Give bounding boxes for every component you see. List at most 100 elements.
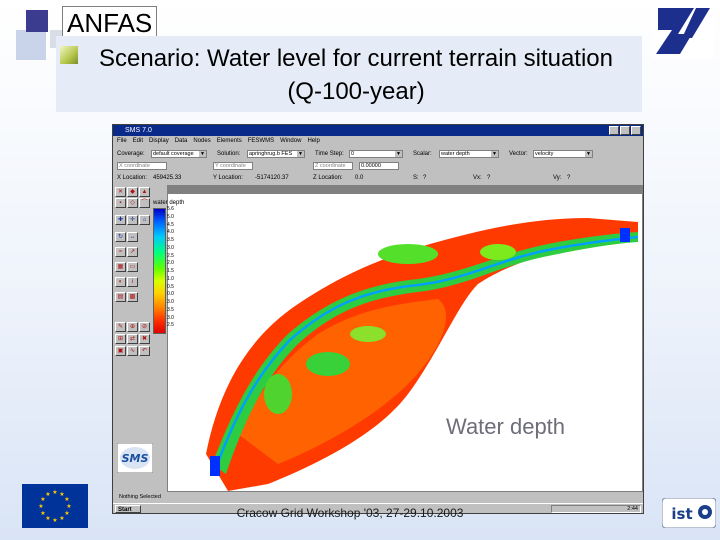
edit-tool-icon[interactable]: ✎ bbox=[115, 322, 126, 332]
menu-elements[interactable]: Elements bbox=[217, 136, 242, 147]
refine-tool-icon[interactable]: ⊞ bbox=[115, 334, 126, 344]
timestep-select[interactable]: 0 bbox=[349, 150, 403, 158]
vector-label: Vector: bbox=[509, 151, 528, 157]
menu-display[interactable]: Display bbox=[149, 136, 169, 147]
mesh-tool-icon[interactable]: ▦ bbox=[115, 262, 126, 272]
info-tool-icon[interactable]: i bbox=[127, 277, 138, 287]
brand-logo-icon bbox=[652, 4, 714, 58]
z-value-field[interactable]: 0.00000 bbox=[359, 162, 399, 170]
legend-label: 2.0 bbox=[167, 260, 174, 267]
coverage-select[interactable]: default coverage bbox=[151, 150, 207, 158]
legend-labels: 5.6 5.0 4.5 4.0 3.5 3.0 2.5 2.0 1.5 1.0 … bbox=[167, 206, 187, 330]
delete-tool-icon[interactable]: ✖ bbox=[139, 334, 150, 344]
legend-label: 1.5 bbox=[167, 268, 174, 274]
split-tool-icon[interactable]: ⊘ bbox=[139, 322, 150, 332]
menu-help[interactable]: Help bbox=[307, 136, 319, 147]
svg-text:SMS: SMS bbox=[122, 452, 149, 465]
contour-tool-icon[interactable]: ≈ bbox=[115, 247, 126, 257]
select-node-tool-icon[interactable]: ✕ bbox=[115, 187, 126, 197]
y-coordinate-field[interactable]: Y coordinate bbox=[213, 162, 253, 170]
water-depth-legend: water depth 5.6 5.0 4.5 4.0 3.5 3.0 2.5 … bbox=[151, 200, 187, 340]
smooth-tool-icon[interactable]: ∿ bbox=[127, 346, 138, 356]
sms-application-window[interactable]: SMS 7.0 File Edit Display Data Nodes Ele… bbox=[112, 124, 644, 514]
layer-tool-icon[interactable]: ▤ bbox=[115, 292, 126, 302]
status-bar: Nothing Selected bbox=[119, 494, 161, 500]
merge-tool-icon[interactable]: ⊕ bbox=[127, 322, 138, 332]
menu-nodes[interactable]: Nodes bbox=[193, 136, 210, 147]
menu-window[interactable]: Window bbox=[280, 136, 301, 147]
vy-value: ? bbox=[567, 175, 571, 181]
legend-label: 1.0 bbox=[167, 275, 174, 282]
toolbox-palette: ✕ ◆ ▲ ▪ ◇ ⌒ ✚ ✛ ⌂ ↻ ↔ ≈ ↗ ▦ ▭ ◐ i ▤ ▩ ✎ … bbox=[115, 187, 155, 357]
select-element-tool-icon[interactable]: ◆ bbox=[127, 187, 138, 197]
y-location-label: Y Location: bbox=[213, 175, 243, 181]
z-location-value: 0.0 bbox=[355, 175, 364, 181]
svg-text:★: ★ bbox=[59, 515, 64, 522]
create-node-tool-icon[interactable]: ▪ bbox=[115, 198, 126, 208]
water-depth-map[interactable] bbox=[168, 194, 642, 491]
menu-file[interactable]: File bbox=[117, 136, 127, 147]
vy-label: Vy: bbox=[553, 175, 562, 181]
menu-feswms[interactable]: FESWMS bbox=[248, 136, 274, 147]
grid-tool-icon[interactable]: ▩ bbox=[127, 292, 138, 302]
vector-tool-icon[interactable]: ↗ bbox=[127, 247, 138, 257]
decor-square bbox=[16, 30, 46, 60]
system-tray: 2:44 bbox=[551, 505, 641, 513]
edit-row-1: Coverage: default coverage Solution: apr… bbox=[113, 148, 643, 160]
undo-tool-icon[interactable]: ↶ bbox=[139, 346, 150, 356]
legend-label: 3.0 bbox=[167, 299, 174, 305]
svg-text:★: ★ bbox=[52, 489, 57, 496]
minimize-button[interactable] bbox=[609, 126, 619, 135]
z-coordinate-field[interactable]: Z coordinate bbox=[313, 162, 353, 170]
menu-bar: File Edit Display Data Nodes Elements FE… bbox=[113, 136, 643, 147]
legend-label: 4.5 bbox=[167, 221, 174, 228]
rotate-tool-icon[interactable]: ↻ bbox=[115, 232, 126, 242]
graphics-window[interactable] bbox=[167, 185, 643, 492]
svg-text:★: ★ bbox=[52, 517, 57, 524]
legend-label: 5.0 bbox=[167, 213, 174, 220]
eu-flag-icon: ★ ★★ ★★★ ★★★ ★★★ bbox=[22, 484, 88, 528]
swap-tool-icon[interactable]: ⇄ bbox=[127, 334, 138, 344]
pan-tool-icon[interactable]: ✛ bbox=[127, 215, 138, 225]
svg-text:ist: ist bbox=[671, 505, 692, 523]
graphics-window-titlebar[interactable] bbox=[168, 186, 642, 194]
menu-edit[interactable]: Edit bbox=[133, 136, 143, 147]
zoom-tool-icon[interactable]: ✚ bbox=[115, 215, 126, 225]
legend-label: 3.5 bbox=[167, 306, 174, 313]
start-button[interactable]: Start bbox=[115, 505, 141, 513]
scalar-label: Scalar: bbox=[413, 151, 432, 157]
create-arc-tool-icon[interactable]: ⌒ bbox=[139, 198, 150, 208]
frame-tool-icon[interactable]: ⌂ bbox=[139, 215, 150, 225]
water-depth-caption: Water depth bbox=[446, 414, 566, 439]
decor-square bbox=[26, 10, 48, 32]
create-element-tool-icon[interactable]: ◇ bbox=[127, 198, 138, 208]
solution-select[interactable]: apringhrug.b FES bbox=[247, 150, 305, 158]
window-titlebar[interactable]: SMS 7.0 bbox=[113, 125, 643, 136]
display-tool-icon[interactable]: ◐ bbox=[115, 277, 126, 287]
x-coordinate-field[interactable]: X coordinate bbox=[117, 162, 167, 170]
fill-tool-icon[interactable]: ▣ bbox=[115, 346, 126, 356]
legend-label: 2.5 bbox=[167, 322, 174, 329]
svg-text:★: ★ bbox=[66, 503, 71, 510]
z-location-label: Z Location: bbox=[313, 175, 343, 181]
maximize-button[interactable] bbox=[620, 126, 630, 135]
s-value: ? bbox=[423, 175, 427, 181]
slide-subtitle: Scenario: Water level for current terrai… bbox=[99, 45, 613, 105]
vector-select[interactable]: velocity bbox=[533, 150, 593, 158]
legend-label: 4.0 bbox=[167, 229, 174, 236]
select-string-tool-icon[interactable]: ▲ bbox=[139, 187, 150, 197]
ist-logo-icon: ist bbox=[662, 498, 716, 528]
clock: 2:44 bbox=[627, 506, 638, 512]
bullet-icon bbox=[60, 46, 78, 64]
x-location-value: 459425.33 bbox=[153, 175, 182, 181]
slide-footer: Cracow Grid Workshop '03, 27-29.10.2003 bbox=[236, 506, 464, 520]
close-button[interactable] bbox=[631, 126, 641, 135]
scalar-select[interactable]: water depth bbox=[439, 150, 499, 158]
coverage-label: Coverage: bbox=[117, 151, 145, 157]
menu-data[interactable]: Data bbox=[175, 136, 188, 147]
window-title: SMS 7.0 bbox=[125, 127, 152, 134]
measure-tool-icon[interactable]: ↔ bbox=[127, 232, 138, 242]
boundary-tool-icon[interactable]: ▭ bbox=[127, 262, 138, 272]
legend-color-bar bbox=[153, 208, 166, 334]
svg-text:★: ★ bbox=[64, 510, 69, 517]
